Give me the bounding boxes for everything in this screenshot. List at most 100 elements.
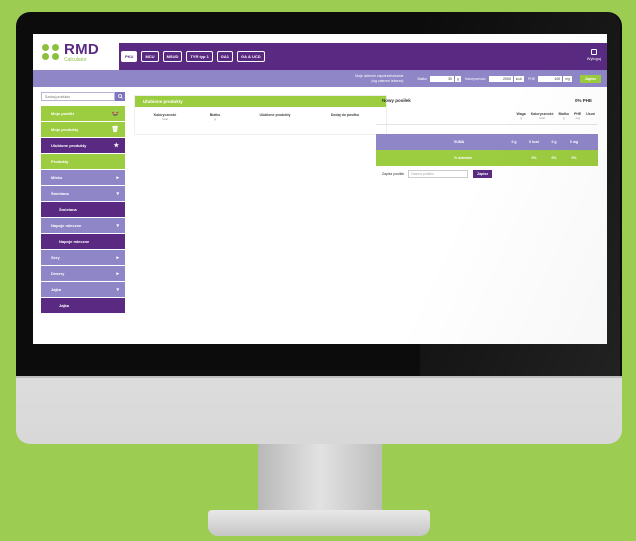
search-button[interactable] [115,92,125,101]
trash-icon: 🗑 [111,127,119,133]
logo-subtitle: Calculator [64,56,87,63]
sidebar-item-label: Jajka [59,303,70,308]
nav-tab[interactable]: TYR typ 1 [186,51,213,62]
column-unit: kcal [539,116,545,120]
protein-input[interactable]: 30 [430,75,454,82]
column-unit: kcal [162,117,168,121]
star-icon: ★ [113,143,119,149]
sum-value: 0 g [511,140,517,144]
column-unit: g [562,116,565,120]
percent-value: 0% [551,156,557,160]
phe-requirement: PHE 100 mg [528,75,573,82]
phe-unit: mg [563,75,573,82]
protein-unit: g [455,75,461,82]
meal-column-header: PHE mg [574,112,581,120]
sidebar-item-label: Sery [51,255,60,260]
chevron-icon: ▾ [116,286,119,293]
new-meal-header: Nowy posiłek 0% PHE [376,95,598,106]
nav-tab[interactable]: GA1 [216,51,234,62]
sidebar-item[interactable]: Śmietana ▾ [41,186,125,201]
chevron-icon: ▸ [116,174,119,181]
save-requirements-button[interactable]: Zapisz [580,74,601,83]
sidebar-item-label: Desery [51,271,65,276]
protein-label: Białko [417,76,427,81]
save-meal-label: Zapisz posiłek [382,171,405,176]
sidebar-item[interactable]: Napoje mleczne [41,234,125,249]
monitor-stand-neck [258,444,382,512]
daily-percent-row: % dziennie 0% 0% 0% [376,150,598,166]
search-icon [117,94,123,99]
disease-nav: PKU MCU MSUD TYR typ 1 GA1 GA & UCD Wyloguj [119,43,607,70]
percent-value: 0% [531,156,537,160]
sidebar-item[interactable]: Produkty [41,154,125,169]
sidebar-item-label: Moje posiłki [51,111,74,116]
sidebar-item-label: Śmietana [59,207,77,212]
favorites-column-header: Ulubione produkty [235,113,315,121]
app-screen: RMD Calculator PKU MCU MSUD TYR typ 1 GA1 GA … [33,34,607,344]
save-meal-button[interactable]: Zapisz [473,169,493,178]
column-label: Usuń [586,112,595,116]
chevron-icon: ▸ [116,270,119,277]
meal-column-header: Kaloryczność kcal [531,112,554,120]
kcal-label: Kaloryczność [464,76,486,81]
phe-percent: 0% PHE [574,98,592,103]
daily-percent-label: % dziennie [454,156,473,160]
column-unit: g [520,116,522,120]
favorites-column-header: Dodaj do posiłku [315,113,375,121]
kcal-unit: kcal [513,75,525,82]
search-row [41,92,125,101]
chevron-icon: ▸ [116,254,119,261]
nav-tab[interactable]: MCU [141,51,159,62]
save-meal-row: Zapisz posiłek Nazwa posiłku Zapisz [376,166,598,181]
category-list: Moje posiłki 🍲 Moje produkty 🗑 Ulubione prod… [41,106,125,313]
sidebar-item-label: Moje produkty [51,127,79,132]
logo-dots-icon [42,44,60,60]
column-unit: mg [575,116,580,120]
sidebar-item[interactable]: Ulubione produkty ★ [41,138,125,153]
main-content: Moje posiłki 🍲 Moje produkty 🗑 Ulubione prod… [33,87,607,344]
sidebar-item[interactable]: Moje produkty 🗑 [41,122,125,137]
protein-requirement: Białko 30 g [417,75,461,82]
sidebar-item[interactable]: Jajka [41,298,125,313]
meal-name-input[interactable]: Nazwa posiłku [408,169,469,178]
sidebar-item[interactable]: Moje posiłki 🍲 [41,106,125,121]
favorites-columns: Kaloryczność kcal Białko g Ulubione produkty… [135,107,386,121]
new-meal-title: Nowy posiłek [382,98,411,103]
new-meal-panel: Nowy posiłek 0% PHE Waga g Kaloryczność kca… [376,95,598,181]
column-label: Ulubione produkty [259,113,291,117]
sidebar-item[interactable]: Śmietana [41,202,125,217]
sidebar-item-label: Ulubione produkty [51,143,87,148]
app-logo[interactable]: RMD Calculator [33,34,119,70]
favorites-title: Ulubione produkty [135,96,386,107]
logo-title: RMD [64,40,100,58]
column-unit: g [214,117,216,121]
sidebar-item[interactable]: Desery ▸ [41,266,125,281]
phe-label: PHE [528,76,536,81]
logout-button[interactable]: Wyloguj [587,49,601,61]
sidebar-item-label: Mleko [51,175,63,180]
nav-tab[interactable]: MSUD [162,51,183,62]
sidebar-item[interactable]: Sery ▸ [41,250,125,265]
kcal-requirement: Kaloryczność 2000 kcal [464,75,525,82]
phe-input[interactable]: 100 [538,75,563,82]
search-input[interactable] [41,92,115,101]
sum-row: SUMA 0 g 0 kcal 0 g 0 mg [376,134,598,150]
nav-tab[interactable]: PKU [121,51,138,62]
sidebar-item-label: Napoje mleczne [51,223,82,228]
daily-requirement-line1: Moje dzienne zapotrzebowanie [355,74,404,79]
sum-value: 0 g [551,140,557,144]
daily-requirement-label: Moje dzienne zapotrzebowanie (wg zaleceń… [355,74,403,82]
sidebar-item[interactable]: Napoje mleczne ▾ [41,218,125,233]
sidebar-item[interactable]: Jajka ▾ [41,282,125,297]
kcal-input[interactable]: 2000 [488,75,513,82]
meal-column-header: Białko g [559,112,570,120]
favorites-column-header: Kaloryczność kcal [135,113,195,121]
meal-column-header: Waga g [517,112,526,120]
sidebar: Moje posiłki 🍲 Moje produkty 🗑 Ulubione prod… [41,92,125,344]
favorites-column-header: Białko g [195,113,235,121]
sidebar-item-label: Produkty [51,159,69,164]
sidebar-item-label: Napoje mleczne [59,239,90,244]
nav-tab[interactable]: GA & UCD [237,51,265,62]
meal-column-header: Usuń [586,112,595,120]
sidebar-item[interactable]: Mleko ▸ [41,170,125,185]
